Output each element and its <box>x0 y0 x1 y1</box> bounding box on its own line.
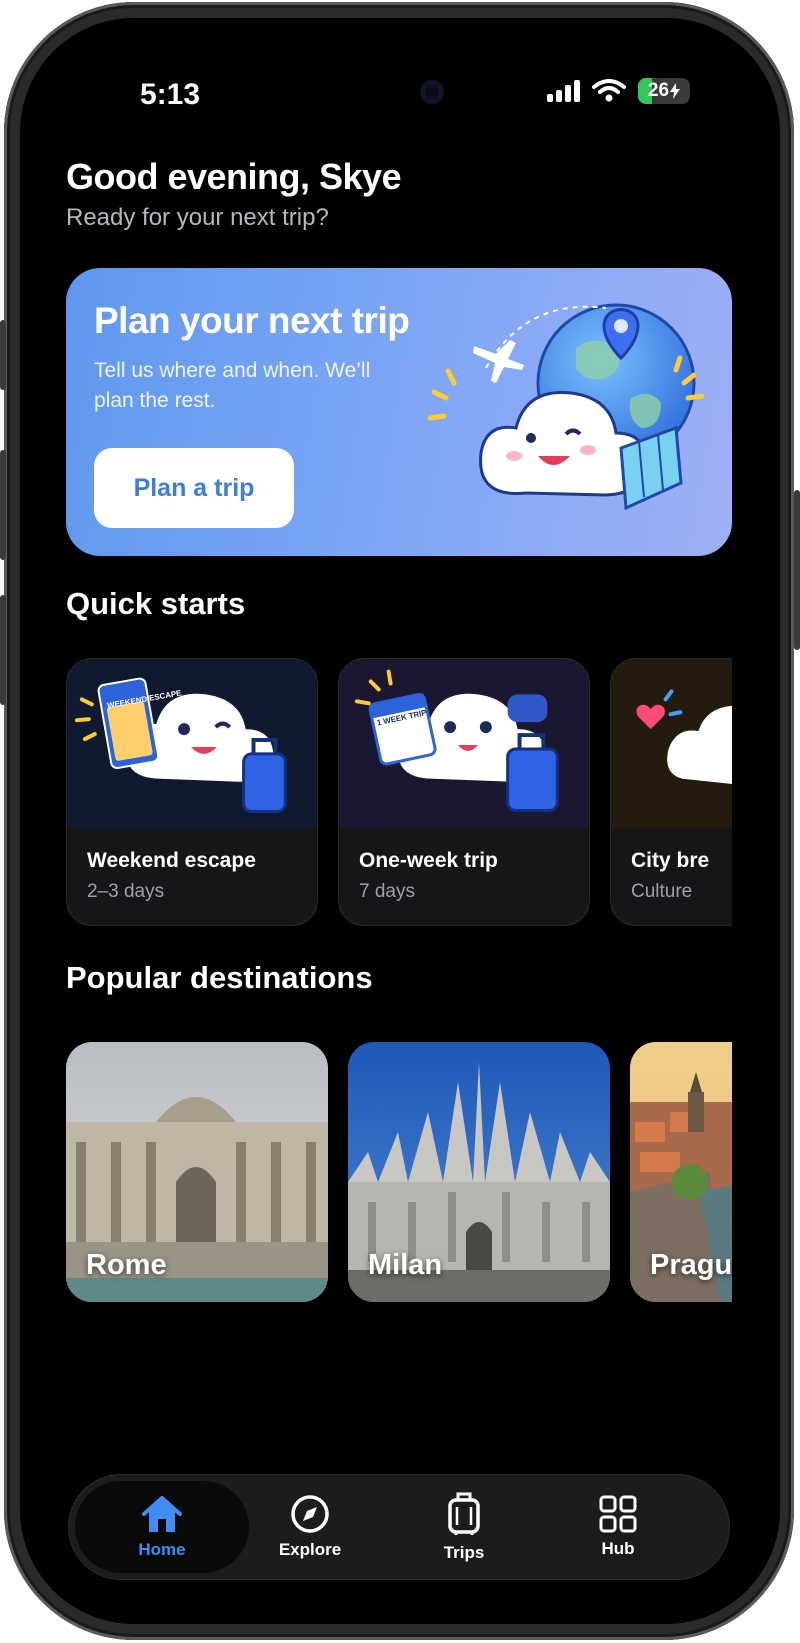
quick-start-duration: 7 days <box>359 881 415 902</box>
quick-start-card-weekend[interactable]: WEEKEND ESCAPE Weekend escape 2–3 days <box>66 658 318 926</box>
cloud-mascot-globe-illustration <box>427 303 705 511</box>
cellular-signal-icon <box>547 80 580 102</box>
popular-destinations-heading: Popular destinations <box>66 960 373 995</box>
tab-label: Trips <box>443 1543 485 1562</box>
tab-trips[interactable]: Trips <box>377 1481 551 1573</box>
app-screen: 5:13 26 Good evening, Skye Ready for you… <box>20 18 780 1624</box>
quick-start-card-one-week[interactable]: 1 WEEK TRIP One-week trip 7 days <box>338 658 590 926</box>
status-time: 5:13 <box>140 78 201 111</box>
front-camera <box>420 80 444 104</box>
battery-indicator: 26 <box>638 78 690 104</box>
plan-a-trip-button[interactable]: Plan a trip <box>94 448 294 528</box>
weekend-escape-illustration: WEEKEND ESCAPE <box>67 659 317 829</box>
destination-card-rome[interactable]: Rome <box>66 1042 328 1302</box>
greeting-title: Good evening, Skye <box>66 156 402 197</box>
one-week-trip-illustration: 1 WEEK TRIP <box>339 659 589 829</box>
destination-card-milan[interactable]: Milan <box>348 1042 610 1302</box>
quick-starts-heading: Quick starts <box>66 586 246 621</box>
greeting-subtitle: Ready for your next trip? <box>66 204 329 231</box>
banner-subtitle: Tell us where and when. We’ll plan the r… <box>94 359 371 412</box>
charging-bolt-icon <box>670 83 681 99</box>
tab-label: Hub <box>601 1539 635 1558</box>
destination-name: Pragu <box>650 1249 732 1281</box>
home-icon <box>142 1496 182 1532</box>
quick-starts-carousel[interactable]: WEEKEND ESCAPE Weekend escape 2–3 days 1… <box>66 658 732 928</box>
power-button <box>794 490 800 650</box>
tab-explore[interactable]: Explore <box>223 1481 397 1573</box>
destination-card-prague[interactable]: Pragu <box>630 1042 732 1302</box>
status-icons: 26 <box>547 78 690 104</box>
quick-start-card-city-break[interactable]: City bre Culture <box>610 658 732 926</box>
city-break-illustration <box>611 659 732 829</box>
quick-start-label: One-week trip <box>359 849 498 872</box>
quick-start-label: City bre <box>631 849 710 872</box>
suitcase-icon <box>448 1492 480 1535</box>
quick-start-duration: Culture <box>631 881 693 902</box>
destination-name: Rome <box>86 1249 167 1281</box>
tab-hub[interactable]: Hub <box>531 1481 705 1573</box>
popular-destinations-carousel[interactable]: Rome Milan Pragu <box>66 1042 732 1304</box>
tab-label: Explore <box>278 1540 342 1559</box>
wifi-icon <box>592 79 626 102</box>
action-button <box>0 320 6 390</box>
volume-up-button <box>0 450 6 560</box>
destination-name: Milan <box>368 1249 443 1281</box>
compass-icon <box>291 1495 329 1533</box>
banner-title: Plan your next trip <box>94 300 410 341</box>
quick-start-duration: 2–3 days <box>87 881 165 902</box>
volume-down-button <box>0 595 6 705</box>
bottom-tab-bar: Home Explore Trips Hub <box>68 1474 730 1580</box>
grid-icon <box>599 1495 637 1533</box>
battery-level: 26 <box>647 80 670 101</box>
quick-start-label: Weekend escape <box>87 849 256 872</box>
plan-trip-banner[interactable]: Plan your next trip Tell us where and wh… <box>66 268 732 556</box>
tab-label: Home <box>138 1540 186 1559</box>
